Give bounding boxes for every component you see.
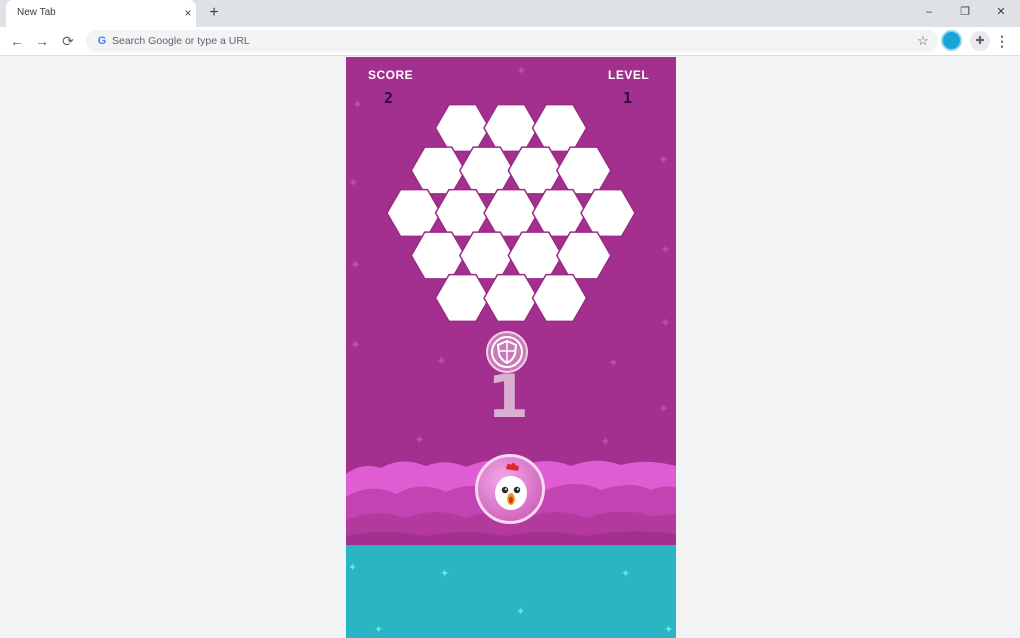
- restore-icon[interactable]: ❐: [954, 3, 976, 21]
- sparkle-icon: ✦: [621, 568, 631, 580]
- close-window-icon[interactable]: ✕: [990, 3, 1012, 21]
- hex-tile[interactable]: [410, 146, 467, 195]
- tab-strip: New Tab × + – ❐ ✕: [0, 0, 1020, 27]
- hex-tile[interactable]: [434, 103, 491, 153]
- sparkle-icon: ✦: [600, 434, 611, 449]
- sparkle-icon: ✦: [440, 568, 450, 580]
- hex-tile[interactable]: [507, 146, 564, 195]
- hex-tile[interactable]: [531, 273, 588, 323]
- hex-tile[interactable]: [410, 231, 467, 280]
- minimize-icon[interactable]: –: [918, 3, 940, 21]
- hex-tile[interactable]: [507, 231, 564, 280]
- sparkle-icon: ✦: [436, 353, 447, 368]
- hex-tile[interactable]: [483, 188, 539, 238]
- omnibox[interactable]: G ☆: [86, 30, 938, 52]
- forward-icon[interactable]: →: [33, 32, 51, 50]
- hex-tile[interactable]: [531, 103, 588, 153]
- hex-tile[interactable]: [434, 188, 491, 238]
- hex-tile[interactable]: [483, 103, 539, 153]
- profile-avatar-icon[interactable]: [941, 30, 962, 51]
- back-icon[interactable]: ←: [8, 32, 26, 50]
- sparkle-icon: ✦: [608, 355, 619, 370]
- hex-tile[interactable]: [458, 231, 515, 280]
- close-tab-icon[interactable]: ×: [180, 5, 196, 21]
- extensions-icon[interactable]: ✚: [970, 31, 990, 51]
- sparkle-icon: ✦: [658, 401, 669, 416]
- menu-icon[interactable]: ⋮: [995, 31, 1009, 51]
- new-tab-icon[interactable]: +: [205, 4, 223, 22]
- hex-tile[interactable]: [555, 231, 612, 280]
- bookmark-star-icon[interactable]: ☆: [914, 32, 932, 50]
- water-area: ✦ ✦ ✦ ✦ ✦ ✦: [346, 545, 676, 638]
- hex-tile[interactable]: [434, 273, 491, 323]
- hex-board[interactable]: [346, 57, 676, 347]
- browser-toolbar: ← → ⟳ G ☆ ✚ ⋮: [0, 27, 1020, 56]
- sparkle-icon: ✦: [516, 606, 526, 618]
- reload-icon[interactable]: ⟳: [59, 32, 77, 50]
- hex-tile[interactable]: [386, 188, 442, 238]
- hex-tile[interactable]: [531, 188, 588, 238]
- sparkle-icon: ✦: [664, 624, 674, 636]
- hex-tile[interactable]: [483, 273, 539, 323]
- sparkle-icon: ✦: [348, 562, 358, 574]
- hex-tile[interactable]: [458, 146, 515, 195]
- sparkle-icon: ✦: [414, 432, 425, 447]
- sparkle-icon: ✦: [374, 624, 384, 636]
- omnibox-input[interactable]: [112, 30, 892, 52]
- game-canvas[interactable]: ✦ ✦ ✦ ✦ ✦ ✦ ✦ ✦ ✦ ✦ ✦ ✦ ✦ SCORE 2 LEVEL …: [346, 57, 676, 638]
- chicken-ball[interactable]: [475, 454, 545, 524]
- tab-title: New Tab: [17, 7, 56, 18]
- google-icon: G: [97, 35, 107, 47]
- hex-tile[interactable]: [580, 188, 636, 238]
- hex-tile[interactable]: [555, 146, 612, 195]
- chicken-icon: [495, 462, 527, 510]
- shield-count: 1: [487, 362, 529, 432]
- tab-new-tab[interactable]: New Tab ×: [6, 0, 196, 27]
